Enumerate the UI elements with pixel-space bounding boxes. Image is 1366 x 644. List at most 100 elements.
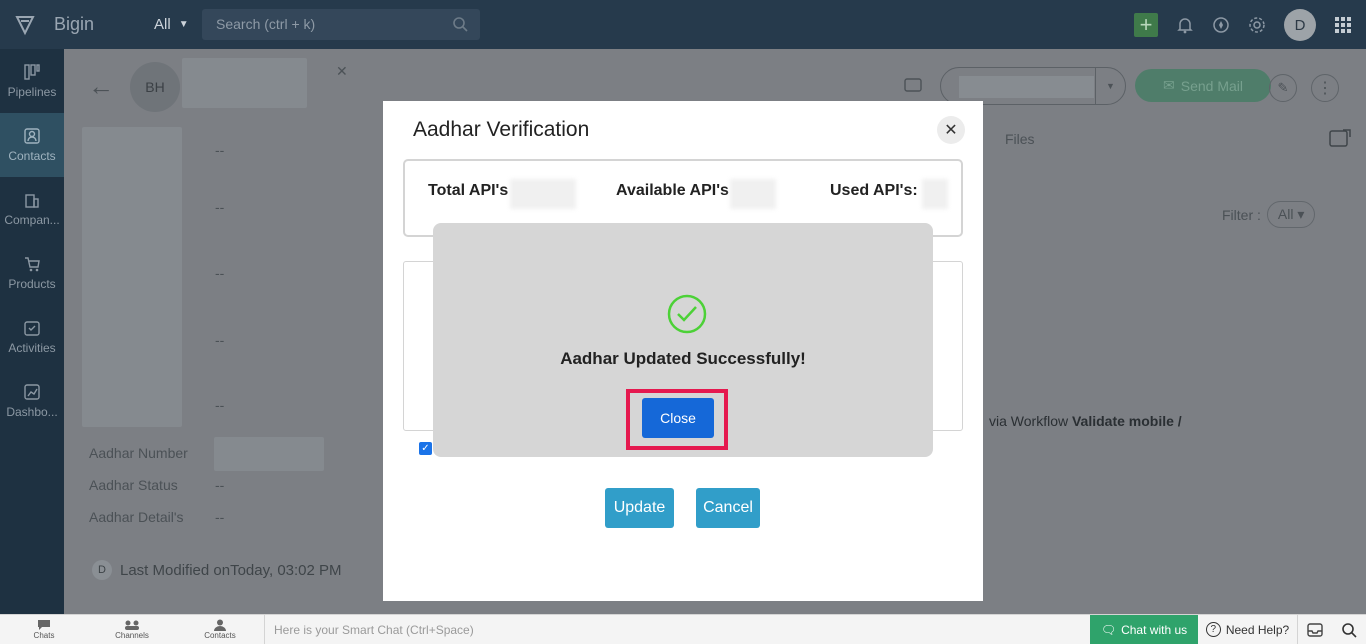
user-avatar[interactable]: D xyxy=(1284,9,1316,41)
last-modified: D Last Modified onToday, 03:02 PM xyxy=(92,560,342,580)
channels-label: Channels xyxy=(115,631,149,640)
contacts-icon xyxy=(24,128,40,144)
chats-button[interactable]: Chats xyxy=(0,619,88,640)
close-icon[interactable]: ✕ xyxy=(336,63,348,80)
update-button[interactable]: Update xyxy=(605,488,674,528)
edit-icon[interactable]: ✎ xyxy=(1269,74,1297,102)
left-sidebar: Pipelines Contacts Compan... Products Ac… xyxy=(0,49,64,614)
timeline-entry: via Workflow Validate mobile / xyxy=(989,413,1182,429)
sidebar-item-label: Contacts xyxy=(8,149,56,163)
pipelines-icon xyxy=(24,64,40,80)
send-mail-button[interactable]: ✉ Send Mail xyxy=(1135,69,1271,102)
back-arrow-icon[interactable]: ← xyxy=(88,71,114,102)
sidebar-item-products[interactable]: Products xyxy=(0,241,64,305)
search-input[interactable]: Search (ctrl + k) xyxy=(202,9,480,40)
activities-icon xyxy=(24,321,40,336)
add-icon[interactable]: + xyxy=(1134,12,1158,37)
chats-label: Chats xyxy=(33,631,55,640)
tab-files[interactable]: Files xyxy=(1005,131,1035,147)
last-modified-prefix: Last Modified on xyxy=(120,561,231,579)
sidebar-item-pipelines[interactable]: Pipelines xyxy=(0,49,64,113)
search-icon[interactable] xyxy=(1332,615,1366,644)
chat-with-us-label: Chat with us xyxy=(1121,622,1188,637)
apps-grid-icon[interactable] xyxy=(1334,16,1352,34)
field-value: -- xyxy=(215,397,225,413)
total-api-label: Total API's xyxy=(428,182,509,199)
chat-with-us-button[interactable]: 🗨 Chat with us xyxy=(1090,614,1198,644)
close-button[interactable]: Close xyxy=(642,398,714,438)
field-value: -- xyxy=(215,199,225,215)
notifications-tray-icon[interactable] xyxy=(1298,615,1332,644)
consent-checkbox[interactable]: ✓ xyxy=(419,442,432,455)
bottom-bar: Chats Channels Contacts Here is your Sma… xyxy=(0,614,1366,644)
field-value: -- xyxy=(215,332,225,348)
owner-dropdown[interactable]: ▼ xyxy=(940,67,1126,105)
bell-icon[interactable] xyxy=(1176,16,1194,34)
field-value-aadhar-details: -- xyxy=(215,509,225,525)
available-api-label: Available API's xyxy=(616,182,729,199)
channels-button[interactable]: Channels xyxy=(88,619,176,640)
last-modified-value: Today, 03:02 PM xyxy=(230,561,342,579)
app-logo[interactable]: Bigin xyxy=(14,14,94,36)
filter-value: All xyxy=(1277,206,1294,222)
scope-dropdown[interactable]: All ▼ xyxy=(154,16,189,33)
timeline-workflow-name[interactable]: Validate mobile / xyxy=(1072,413,1182,429)
sidebar-item-activities[interactable]: Activities xyxy=(0,305,64,369)
redacted-contact-name xyxy=(182,58,307,108)
redacted-available-api xyxy=(730,179,776,209)
top-right-actions: + D xyxy=(1134,9,1352,41)
contact-avatar: BH xyxy=(130,62,180,112)
modal-title: Aadhar Verification xyxy=(413,118,590,141)
field-value: -- xyxy=(215,265,225,281)
search-placeholder: Search (ctrl + k) xyxy=(216,16,316,32)
sidebar-item-label: Compan... xyxy=(4,213,60,227)
timeline-text: via Workflow xyxy=(989,413,1072,429)
used-api-label: Used API's: xyxy=(830,182,918,199)
chat-bubble-icon: 🗨 xyxy=(1100,622,1117,637)
contacts-button[interactable]: Contacts xyxy=(176,619,264,640)
sidebar-item-label: Dashbo... xyxy=(6,405,58,419)
success-message: Aadhar Updated Successfully! xyxy=(560,349,806,368)
sidebar-item-dashboards[interactable]: Dashbo... xyxy=(0,369,64,433)
need-help-label: Need Help? xyxy=(1225,622,1290,637)
field-value: -- xyxy=(215,142,225,158)
contacts-label: Contacts xyxy=(204,631,236,640)
smart-chat-input[interactable]: Here is your Smart Chat (Ctrl+Space) xyxy=(264,614,1090,644)
filter-dropdown[interactable]: All ▾ xyxy=(1266,201,1316,228)
gear-icon[interactable] xyxy=(1248,16,1266,34)
products-icon xyxy=(25,257,40,272)
channels-icon xyxy=(125,620,139,630)
redacted-aadhar-number xyxy=(214,437,324,471)
video-icon[interactable] xyxy=(904,77,922,93)
filter-label: Filter : xyxy=(1222,206,1261,223)
redacted-used-api xyxy=(922,179,948,209)
companies-icon xyxy=(25,194,39,208)
help-icon: ? xyxy=(1205,622,1221,637)
add-note-icon[interactable] xyxy=(1329,129,1351,149)
field-label-aadhar-number: Aadhar Number xyxy=(89,445,188,461)
search-icon xyxy=(453,17,468,32)
last-modified-avatar: D xyxy=(92,560,112,580)
cancel-button[interactable]: Cancel xyxy=(696,488,760,528)
chat-icon xyxy=(38,620,50,630)
need-help-button[interactable]: ? Need Help? xyxy=(1198,614,1298,644)
sidebar-item-label: Pipelines xyxy=(7,85,57,99)
sidebar-item-contacts[interactable]: Contacts xyxy=(0,113,64,177)
check-circle-icon xyxy=(667,294,707,334)
timeline-filter: Filter : All ▾ xyxy=(1222,201,1316,228)
sidebar-item-label: Products xyxy=(8,277,56,291)
close-icon[interactable]: ✕ xyxy=(937,116,965,144)
field-label-aadhar-status: Aadhar Status xyxy=(89,477,178,493)
mail-icon: ✉ xyxy=(1163,77,1175,93)
field-label-aadhar-details: Aadhar Detail's xyxy=(89,509,184,525)
compass-icon[interactable] xyxy=(1212,16,1230,34)
more-options-icon[interactable]: ⋮ xyxy=(1311,74,1339,102)
bigin-logo-icon xyxy=(15,15,35,35)
sidebar-item-companies[interactable]: Compan... xyxy=(0,177,64,241)
redacted-field-labels xyxy=(82,127,182,427)
app-root: Bigin All ▼ Search (ctrl + k) + D Pipeli… xyxy=(0,0,1366,644)
scope-label: All xyxy=(154,16,171,33)
send-mail-label: Send Mail xyxy=(1180,77,1243,94)
top-bar: Bigin All ▼ Search (ctrl + k) + D xyxy=(0,0,1366,49)
app-name: Bigin xyxy=(54,14,95,34)
